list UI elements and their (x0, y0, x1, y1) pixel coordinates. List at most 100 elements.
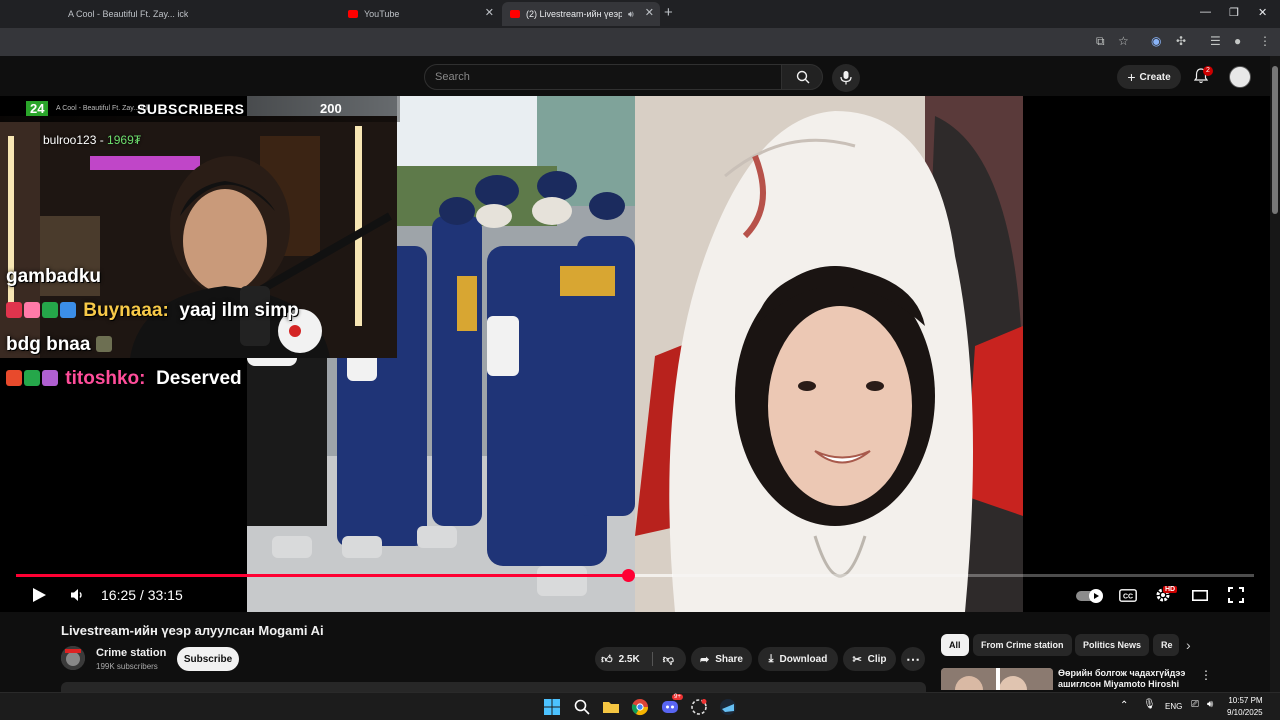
chat-message-text: gambadku (6, 266, 102, 287)
share-label: Share (715, 653, 743, 665)
fullscreen-icon[interactable] (1228, 587, 1244, 603)
minimize-button[interactable]: — (1200, 6, 1211, 18)
discord-badge: 9+ (672, 694, 683, 700)
subscribers-label: SUBSCRIBERS (137, 101, 245, 117)
browser-menu-icon[interactable]: ⋮ (1259, 34, 1271, 48)
subscriber-counter-badge: 24 (26, 101, 49, 116)
related-video-title[interactable]: Өөрийн болгож чадахгүйдээ ашиглсон Miyam… (1058, 668, 1190, 690)
file-explorer-icon[interactable] (602, 698, 620, 716)
extensions-puzzle-icon[interactable]: ✣ (1176, 34, 1186, 48)
related-thumbnail-image (941, 668, 1053, 690)
captions-icon[interactable]: CC (1119, 589, 1137, 602)
thumbs-down-icon[interactable]: 👎︎ (663, 653, 674, 666)
language-indicator[interactable]: ENG (1165, 702, 1182, 711)
tab-close-icon[interactable]: ✕ (645, 6, 654, 19)
chat-message: bdg bnaa (6, 334, 114, 356)
tab-close-icon[interactable]: ✕ (485, 6, 494, 19)
tab-youtube-label: YouTube (364, 9, 400, 19)
autoplay-toggle[interactable] (1076, 589, 1106, 603)
new-tab-button[interactable]: + (664, 4, 673, 21)
clip-button[interactable]: ✂ Clip (843, 647, 896, 671)
tray-microphone-icon[interactable]: 🎙︎ (1143, 699, 1156, 710)
search-button[interactable] (781, 64, 823, 90)
microphone-icon (840, 71, 852, 85)
chips-next-chevron-icon[interactable]: › (1186, 637, 1191, 653)
tab-youtube[interactable]: YouTube ✕ (340, 2, 500, 26)
tab-livestream-label: (2) Livestream-ийн үеэр ал... (526, 9, 622, 19)
channel-avatar[interactable] (61, 646, 85, 670)
subscribe-button[interactable]: Subscribe (177, 647, 239, 671)
profile-icon[interactable]: ● (1234, 34, 1241, 48)
progress-scrubber-handle[interactable] (621, 569, 635, 582)
bookmark-star-icon[interactable]: ☆ (1118, 34, 1129, 48)
voice-search-button[interactable] (832, 64, 860, 92)
browser-tab-bar: A Cool - Beautiful Ft. Zay... ick YouTub… (0, 0, 1280, 28)
subscriber-goal-overlay: A Cool - Beautiful Ft. Zay... ick 24 SUB… (0, 96, 400, 122)
download-button[interactable]: ⤓ Download (758, 647, 838, 671)
youtube-header: Search + Create 2 (0, 56, 1280, 96)
og-badge-icon (6, 370, 22, 386)
emote-badge-icon (42, 370, 58, 386)
clock-date: 9/10/2025 (1227, 708, 1263, 717)
taskbar-search-icon[interactable] (573, 698, 591, 716)
thumbs-up-icon[interactable]: 👍︎ (601, 653, 613, 666)
channel-name[interactable]: Crime station (96, 647, 166, 659)
play-icon[interactable] (31, 587, 47, 603)
browser-toolbar: ⧉ ☆ ◉ ✣ ☰ ● ⋮ (0, 28, 1280, 56)
video-player[interactable]: A Cool - Beautiful Ft. Zay... ick 24 SUB… (0, 96, 1270, 612)
chrome-icon[interactable] (631, 698, 649, 716)
steam-icon[interactable] (719, 698, 737, 716)
related-video-menu-icon[interactable]: ⋮ (1200, 668, 1212, 682)
youtube-favicon-icon (510, 10, 520, 18)
chip-politics-news[interactable]: Politics News (1075, 634, 1150, 656)
maximize-button[interactable]: ❐ (1229, 6, 1239, 19)
chat-message: Buynaaa: yaaj ilm simp (6, 300, 299, 322)
description-box[interactable] (61, 682, 926, 692)
theater-mode-icon[interactable] (1192, 590, 1208, 601)
emote-icon (95, 336, 112, 352)
tray-volume-icon[interactable]: 🔊︎ (1207, 699, 1213, 710)
like-divider (651, 652, 653, 666)
install-app-icon[interactable]: ⧉ (1096, 34, 1105, 49)
scrollbar-thumb[interactable] (1272, 66, 1278, 214)
chip-all[interactable]: All (941, 634, 969, 656)
search-placeholder: Search (435, 71, 470, 83)
tab-livestream[interactable]: (2) Livestream-ийн үеэр ал... 🔊︎ ✕ (502, 2, 660, 26)
more-actions-button[interactable]: ⋯ (901, 647, 925, 671)
close-window-button[interactable]: ✕ (1258, 6, 1267, 19)
account-avatar[interactable] (1229, 66, 1251, 88)
related-video-thumbnail[interactable] (941, 668, 1053, 690)
audio-playing-icon[interactable]: 🔊︎ (628, 9, 634, 20)
download-icon: ⤓ (768, 652, 774, 665)
chat-message-text: yaaj ilm simp (179, 300, 299, 321)
video-title: Livestream-ийн үеэр алуулсан Mogami Ai (61, 623, 324, 638)
chat-message: titoshko: Deserved (6, 368, 242, 390)
hd-badge: HD (1163, 586, 1178, 593)
reading-list-icon[interactable]: ☰ (1210, 34, 1221, 48)
extension-audio-icon[interactable]: ◉ (1151, 34, 1161, 48)
app-circle-icon[interactable] (690, 698, 708, 716)
time-display: 16:25 / 33:15 (101, 587, 183, 603)
share-arrow-icon: ➦ (699, 653, 710, 666)
taskbar-clock[interactable]: 10:57 PM 9/10/2025 (1227, 695, 1263, 719)
volume-icon[interactable] (70, 588, 86, 602)
tray-overflow-chevron-icon[interactable]: ⌃ (1120, 700, 1128, 711)
like-count[interactable]: 2.5K (619, 654, 640, 665)
tab-music[interactable]: A Cool - Beautiful Ft. Zay... ick (60, 2, 330, 26)
tab-music-label: A Cool - Beautiful Ft. Zay... ick (68, 9, 189, 19)
share-button[interactable]: ➦ Share (691, 647, 752, 671)
discord-icon[interactable] (661, 698, 679, 716)
tray-network-icon[interactable]: ⎚ (1191, 699, 1199, 710)
chip-truncated[interactable]: Re (1153, 634, 1179, 656)
create-label: Create (1139, 71, 1171, 83)
download-label: Download (779, 653, 828, 665)
search-input[interactable]: Search (424, 64, 782, 90)
channel-logo-icon (61, 646, 85, 670)
windows-start-icon[interactable] (543, 698, 561, 716)
list-badge-icon (60, 302, 76, 318)
chip-from-channel[interactable]: From Crime station (973, 634, 1072, 656)
create-button[interactable]: + Create (1117, 65, 1181, 89)
plus-icon: + (1127, 69, 1136, 85)
video-frame-portrait (635, 96, 1023, 612)
subscriber-goal-value: 200 (320, 101, 342, 116)
